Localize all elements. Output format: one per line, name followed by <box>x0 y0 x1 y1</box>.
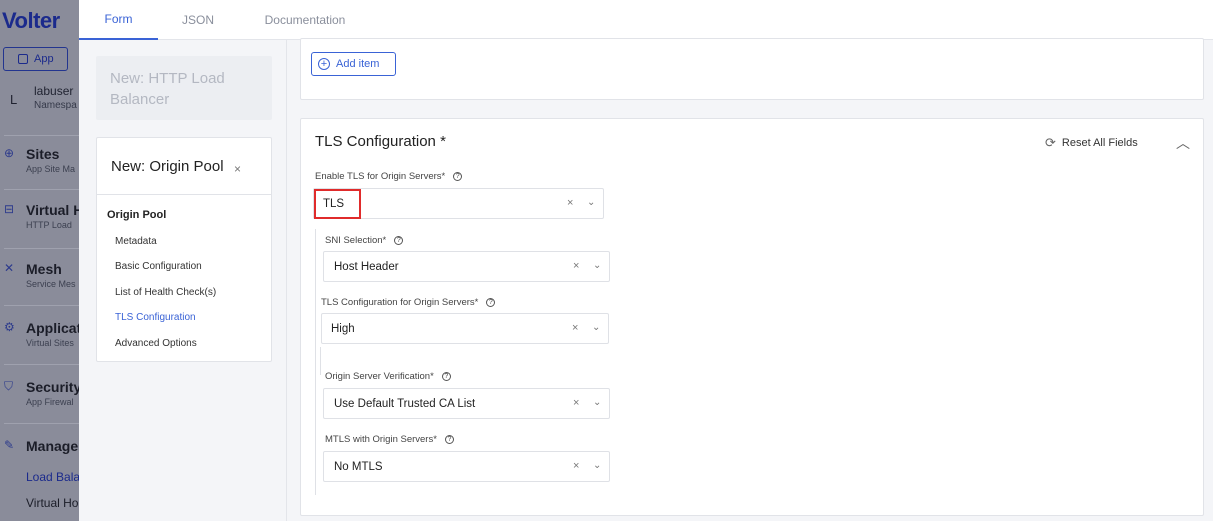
sni-selection-select[interactable]: Host Header × ⌄ <box>323 251 610 282</box>
nested-indent-line <box>315 229 316 495</box>
app-icon <box>18 54 28 64</box>
help-icon[interactable]: ? <box>441 372 451 381</box>
nav-section-sites[interactable]: ⊕ Sites App Site Ma <box>4 135 90 174</box>
help-icon[interactable]: ? <box>453 172 463 181</box>
field-label: MTLS with Origin Servers* <box>325 434 437 445</box>
tab-json[interactable]: JSON <box>163 0 233 40</box>
nav-section-subtitle: App Site Ma <box>26 164 76 174</box>
nav-section-title: Security <box>26 379 82 395</box>
select-value: Use Default Trusted CA List <box>334 398 476 410</box>
add-item-button[interactable]: + Add item <box>311 52 396 76</box>
chevron-down-icon[interactable]: ⌄ <box>592 322 600 333</box>
chevron-down-icon[interactable]: ⌄ <box>587 197 595 208</box>
clear-icon[interactable]: × <box>567 197 573 209</box>
reset-label: Reset All Fields <box>1061 137 1138 149</box>
chevron-down-icon[interactable]: ⌄ <box>593 260 601 271</box>
tab-bar: Form JSON Documentation <box>79 0 1213 40</box>
tls-config-origin-label: TLS Configuration for Origin Servers* ? <box>321 297 496 308</box>
nav-section-title: Sites <box>26 146 60 162</box>
previous-section-card: + Add item <box>300 38 1204 100</box>
nav-section-subtitle: HTTP Load <box>26 220 72 230</box>
tab-form[interactable]: Form <box>79 0 158 40</box>
mesh-icon: ✕ <box>4 261 15 275</box>
pool-title: New: Origin Pool <box>111 158 224 175</box>
tls-configuration-card: TLS Configuration * ⟳ Reset All Fields ︿… <box>300 118 1204 516</box>
select-value: High <box>331 323 355 335</box>
gear-icon: ⚙ <box>4 320 15 334</box>
close-icon[interactable]: × <box>234 162 241 176</box>
field-label: Enable TLS for Origin Servers* <box>315 171 446 182</box>
avatar: L <box>10 92 18 107</box>
nav-section-title: Applicati <box>26 320 86 336</box>
form-content: + Add item TLS Configuration * ⟳ Reset A… <box>288 38 1213 521</box>
help-icon[interactable]: ? <box>444 435 454 444</box>
enable-tls-label: Enable TLS for Origin Servers* ? <box>315 171 463 182</box>
clear-icon[interactable]: × <box>573 260 579 272</box>
user-namespace: Namespa <box>34 100 77 111</box>
select-value: Host Header <box>334 261 399 273</box>
origin-verification-select[interactable]: Use Default Trusted CA List × ⌄ <box>323 388 610 419</box>
pool-section-heading: Origin Pool <box>107 209 167 221</box>
plus-circle-icon: + <box>318 58 330 70</box>
field-label: SNI Selection* <box>325 235 387 246</box>
nav-section-subtitle: App Firewal <box>26 397 74 407</box>
chevron-down-icon[interactable]: ⌄ <box>593 460 601 471</box>
user-name: labuser <box>34 84 74 98</box>
add-item-label: Add item <box>336 58 380 70</box>
field-label: Origin Server Verification* <box>325 371 434 382</box>
shield-icon: ⛉ <box>4 379 14 393</box>
help-icon[interactable]: ? <box>394 236 404 245</box>
tab-documentation[interactable]: Documentation <box>249 0 361 40</box>
chevron-up-icon[interactable]: ︿ <box>1176 133 1190 153</box>
nav-link-virtual-hosts[interactable]: Virtual Ho <box>26 496 78 510</box>
globe-icon: ⊕ <box>4 146 15 160</box>
nav-section-virtual-host[interactable]: ⊟ Virtual H HTTP Load <box>4 189 90 230</box>
origin-verification-label: Origin Server Verification* ? <box>325 371 451 382</box>
clear-icon[interactable]: × <box>573 397 579 409</box>
nav-section-security[interactable]: ⛉ Security App Firewal <box>4 364 90 407</box>
reset-all-fields-button[interactable]: ⟳ Reset All Fields <box>1045 135 1138 151</box>
nav-item-advanced-options[interactable]: Advanced Options <box>115 338 197 349</box>
nav-section-subtitle: Service Mes <box>26 279 76 289</box>
nav-item-tls-configuration[interactable]: TLS Configuration <box>115 312 196 323</box>
section-title: TLS Configuration * <box>315 133 446 150</box>
nav-section-title: Manage <box>26 438 79 454</box>
nav-link-load-balancers[interactable]: Load Bala <box>26 470 80 484</box>
form-navigator: New: HTTP Load Balancer New: Origin Pool… <box>79 40 287 521</box>
server-icon: ⊟ <box>4 202 15 216</box>
field-label: TLS Configuration for Origin Servers* <box>321 297 479 308</box>
clear-icon[interactable]: × <box>572 322 578 334</box>
nav-section-title: Virtual H <box>26 202 84 218</box>
nav-section-mesh[interactable]: ✕ Mesh Service Mes <box>4 248 90 289</box>
nav-section-title: Mesh <box>26 261 62 277</box>
app-button-label: App <box>34 53 54 65</box>
nav-item-basic-configuration[interactable]: Basic Configuration <box>115 261 202 272</box>
brand-logo: Volter <box>2 8 60 33</box>
background-app-nav: Volter App L labuser Namespa ⊕ Sites App… <box>0 0 90 521</box>
select-value: No MTLS <box>334 461 383 473</box>
nav-item-metadata[interactable]: Metadata <box>115 236 157 247</box>
sni-selection-label: SNI Selection* ? <box>325 235 404 246</box>
origin-pool-card: New: Origin Pool × Origin Pool Metadata … <box>96 137 272 362</box>
parent-form-card[interactable]: New: HTTP Load Balancer <box>96 56 272 120</box>
nav-item-health-checks[interactable]: List of Health Check(s) <box>115 287 216 298</box>
divider <box>97 194 271 195</box>
origin-pool-panel: Form JSON Documentation New: HTTP Load B… <box>79 0 1213 521</box>
tls-config-origin-select[interactable]: High × ⌄ <box>321 313 609 344</box>
nav-section-subtitle: Virtual Sites <box>26 338 74 348</box>
mtls-select[interactable]: No MTLS × ⌄ <box>323 451 610 482</box>
nav-section-applications[interactable]: ⚙ Applicati Virtual Sites <box>4 305 90 348</box>
clear-icon[interactable]: × <box>573 460 579 472</box>
nav-section-manage[interactable]: ✎ Manage <box>4 423 90 454</box>
app-button[interactable]: App <box>3 47 68 71</box>
help-icon[interactable]: ? <box>486 298 496 307</box>
highlight-box <box>314 189 361 219</box>
chevron-down-icon[interactable]: ⌄ <box>593 397 601 408</box>
wrench-icon: ✎ <box>4 438 15 452</box>
nested-indent-line <box>320 347 321 375</box>
mtls-label: MTLS with Origin Servers* ? <box>325 434 454 445</box>
refresh-icon: ⟳ <box>1045 135 1056 150</box>
